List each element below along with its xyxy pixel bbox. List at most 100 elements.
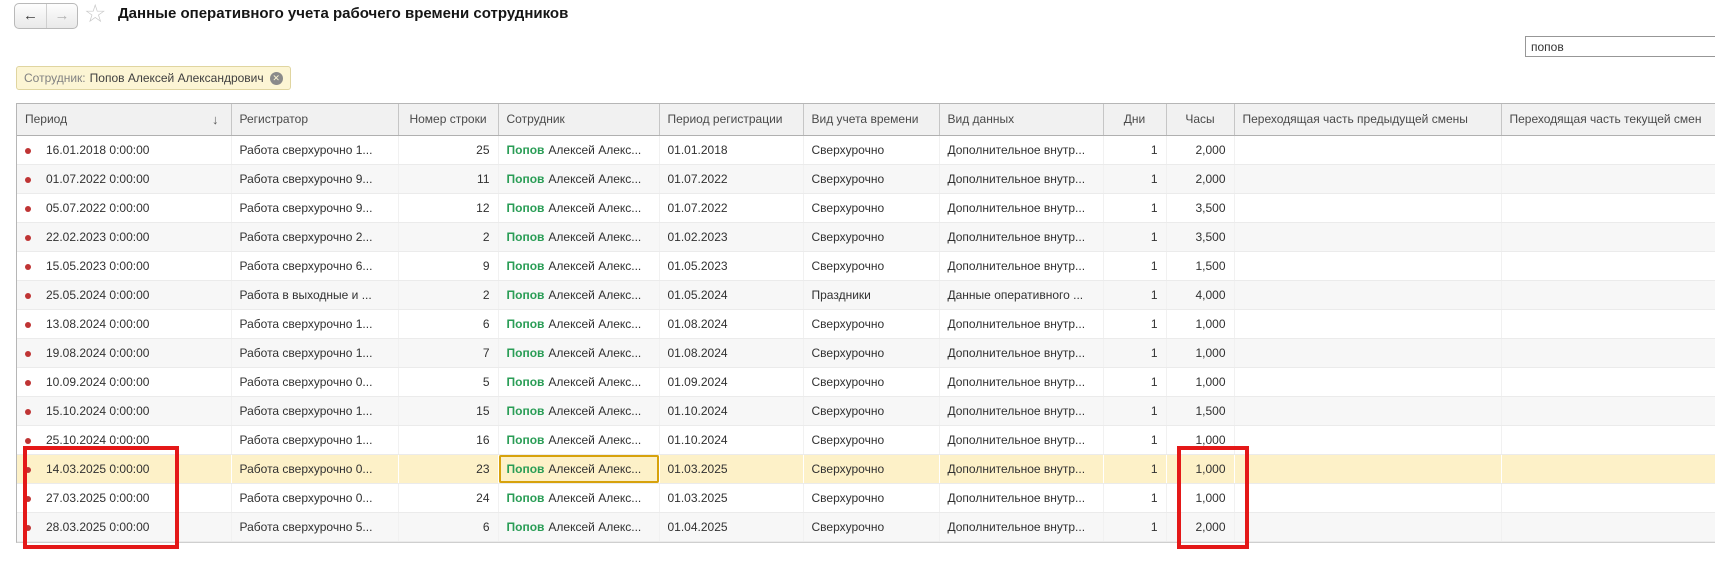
cell-period[interactable]: 01.07.2022 0:00:00 bbox=[17, 164, 231, 193]
cell-carry-prev[interactable] bbox=[1234, 338, 1501, 367]
cell-hours[interactable]: 1,000 bbox=[1166, 425, 1234, 454]
cell-reg-period[interactable]: 01.02.2023 bbox=[659, 222, 803, 251]
cell-reg-period[interactable]: 01.07.2022 bbox=[659, 164, 803, 193]
cell-reg-period[interactable]: 01.10.2024 bbox=[659, 396, 803, 425]
cell-data-kind[interactable]: Дополнительное внутр... bbox=[939, 164, 1103, 193]
cell-period[interactable]: 05.07.2022 0:00:00 bbox=[17, 193, 231, 222]
cell-employee[interactable]: ПоповАлексей Алекс... bbox=[498, 309, 659, 338]
filter-chip[interactable]: Сотрудник: Попов Алексей Александрович ✕ bbox=[16, 66, 291, 90]
cell-data-kind[interactable]: Дополнительное внутр... bbox=[939, 483, 1103, 512]
cell-period[interactable]: 16.01.2018 0:00:00 bbox=[17, 135, 231, 164]
cell-employee[interactable]: ПоповАлексей Алекс... bbox=[498, 193, 659, 222]
cell-line-number[interactable]: 2 bbox=[398, 280, 498, 309]
cell-reg-period[interactable]: 01.03.2025 bbox=[659, 454, 803, 483]
table-row[interactable]: 13.08.2024 0:00:00 Работа сверхурочно 1.… bbox=[17, 309, 1715, 338]
back-button[interactable]: ← bbox=[15, 4, 46, 28]
cell-data-kind[interactable]: Дополнительное внутр... bbox=[939, 425, 1103, 454]
cell-data-kind[interactable]: Дополнительное внутр... bbox=[939, 135, 1103, 164]
cell-carry-prev[interactable] bbox=[1234, 193, 1501, 222]
cell-time-kind[interactable]: Сверхурочно bbox=[803, 338, 939, 367]
cell-time-kind[interactable]: Сверхурочно bbox=[803, 367, 939, 396]
cell-line-number[interactable]: 6 bbox=[398, 512, 498, 541]
cell-line-number[interactable]: 23 bbox=[398, 454, 498, 483]
cell-time-kind[interactable]: Сверхурочно bbox=[803, 425, 939, 454]
cell-days[interactable]: 1 bbox=[1103, 280, 1166, 309]
cell-days[interactable]: 1 bbox=[1103, 338, 1166, 367]
favorite-star-icon[interactable]: ☆ bbox=[84, 0, 106, 29]
cell-hours[interactable]: 2,000 bbox=[1166, 512, 1234, 541]
cell-employee[interactable]: ПоповАлексей Алекс... bbox=[498, 222, 659, 251]
cell-period[interactable]: 25.10.2024 0:00:00 bbox=[17, 425, 231, 454]
cell-carry-prev[interactable] bbox=[1234, 135, 1501, 164]
table-row[interactable]: 15.10.2024 0:00:00 Работа сверхурочно 1.… bbox=[17, 396, 1715, 425]
cell-period[interactable]: 19.08.2024 0:00:00 bbox=[17, 338, 231, 367]
table-row[interactable]: 28.03.2025 0:00:00 Работа сверхурочно 5.… bbox=[17, 512, 1715, 541]
cell-registrar[interactable]: Работа сверхурочно 0... bbox=[231, 454, 398, 483]
cell-carry-curr[interactable] bbox=[1501, 396, 1715, 425]
cell-line-number[interactable]: 7 bbox=[398, 338, 498, 367]
cell-registrar[interactable]: Работа сверхурочно 1... bbox=[231, 135, 398, 164]
cell-hours[interactable]: 4,000 bbox=[1166, 280, 1234, 309]
cell-line-number[interactable]: 15 bbox=[398, 396, 498, 425]
cell-employee[interactable]: ПоповАлексей Алекс... bbox=[498, 135, 659, 164]
cell-hours[interactable]: 3,500 bbox=[1166, 222, 1234, 251]
cell-carry-curr[interactable] bbox=[1501, 425, 1715, 454]
filter-chip-close-icon[interactable]: ✕ bbox=[270, 72, 283, 85]
cell-line-number[interactable]: 16 bbox=[398, 425, 498, 454]
cell-hours[interactable]: 1,000 bbox=[1166, 338, 1234, 367]
cell-carry-curr[interactable] bbox=[1501, 338, 1715, 367]
cell-carry-prev[interactable] bbox=[1234, 425, 1501, 454]
forward-button[interactable]: → bbox=[46, 4, 77, 28]
cell-line-number[interactable]: 5 bbox=[398, 367, 498, 396]
cell-reg-period[interactable]: 01.07.2022 bbox=[659, 193, 803, 222]
table-row[interactable]: 25.10.2024 0:00:00 Работа сверхурочно 1.… bbox=[17, 425, 1715, 454]
cell-days[interactable]: 1 bbox=[1103, 512, 1166, 541]
cell-employee[interactable]: ПоповАлексей Алекс... bbox=[498, 280, 659, 309]
cell-line-number[interactable]: 6 bbox=[398, 309, 498, 338]
cell-employee[interactable]: ПоповАлексей Алекс... bbox=[498, 425, 659, 454]
cell-line-number[interactable]: 9 bbox=[398, 251, 498, 280]
cell-period[interactable]: 28.03.2025 0:00:00 bbox=[17, 512, 231, 541]
cell-days[interactable]: 1 bbox=[1103, 454, 1166, 483]
cell-days[interactable]: 1 bbox=[1103, 367, 1166, 396]
cell-line-number[interactable]: 24 bbox=[398, 483, 498, 512]
column-header-hours[interactable]: Часы bbox=[1166, 104, 1234, 135]
cell-carry-curr[interactable] bbox=[1501, 164, 1715, 193]
cell-reg-period[interactable]: 01.08.2024 bbox=[659, 338, 803, 367]
cell-time-kind[interactable]: Сверхурочно bbox=[803, 483, 939, 512]
cell-data-kind[interactable]: Дополнительное внутр... bbox=[939, 338, 1103, 367]
cell-days[interactable]: 1 bbox=[1103, 135, 1166, 164]
cell-time-kind[interactable]: Сверхурочно bbox=[803, 135, 939, 164]
cell-carry-curr[interactable] bbox=[1501, 512, 1715, 541]
cell-data-kind[interactable]: Дополнительное внутр... bbox=[939, 396, 1103, 425]
cell-data-kind[interactable]: Дополнительное внутр... bbox=[939, 512, 1103, 541]
cell-carry-prev[interactable] bbox=[1234, 309, 1501, 338]
cell-carry-curr[interactable] bbox=[1501, 251, 1715, 280]
cell-employee[interactable]: ПоповАлексей Алекс... bbox=[498, 164, 659, 193]
column-header-registrar[interactable]: Регистратор bbox=[231, 104, 398, 135]
cell-registrar[interactable]: Работа сверхурочно 0... bbox=[231, 483, 398, 512]
cell-carry-curr[interactable] bbox=[1501, 135, 1715, 164]
column-header-carry-curr[interactable]: Переходящая часть текущей смен bbox=[1501, 104, 1715, 135]
cell-reg-period[interactable]: 01.05.2023 bbox=[659, 251, 803, 280]
column-header-time-kind[interactable]: Вид учета времени bbox=[803, 104, 939, 135]
column-header-reg-period[interactable]: Период регистрации bbox=[659, 104, 803, 135]
table-row[interactable]: 27.03.2025 0:00:00 Работа сверхурочно 0.… bbox=[17, 483, 1715, 512]
cell-reg-period[interactable]: 01.03.2025 bbox=[659, 483, 803, 512]
cell-days[interactable]: 1 bbox=[1103, 251, 1166, 280]
cell-line-number[interactable]: 11 bbox=[398, 164, 498, 193]
cell-registrar[interactable]: Работа сверхурочно 0... bbox=[231, 367, 398, 396]
cell-employee[interactable]: ПоповАлексей Алекс... bbox=[498, 338, 659, 367]
cell-registrar[interactable]: Работа сверхурочно 1... bbox=[231, 309, 398, 338]
cell-days[interactable]: 1 bbox=[1103, 309, 1166, 338]
column-header-line-number[interactable]: Номер строки bbox=[398, 104, 498, 135]
cell-hours[interactable]: 2,000 bbox=[1166, 135, 1234, 164]
cell-hours[interactable]: 1,500 bbox=[1166, 396, 1234, 425]
cell-time-kind[interactable]: Сверхурочно bbox=[803, 251, 939, 280]
column-header-days[interactable]: Дни bbox=[1103, 104, 1166, 135]
cell-time-kind[interactable]: Праздники bbox=[803, 280, 939, 309]
cell-data-kind[interactable]: Дополнительное внутр... bbox=[939, 367, 1103, 396]
cell-registrar[interactable]: Работа сверхурочно 9... bbox=[231, 193, 398, 222]
cell-registrar[interactable]: Работа сверхурочно 1... bbox=[231, 425, 398, 454]
cell-time-kind[interactable]: Сверхурочно bbox=[803, 454, 939, 483]
